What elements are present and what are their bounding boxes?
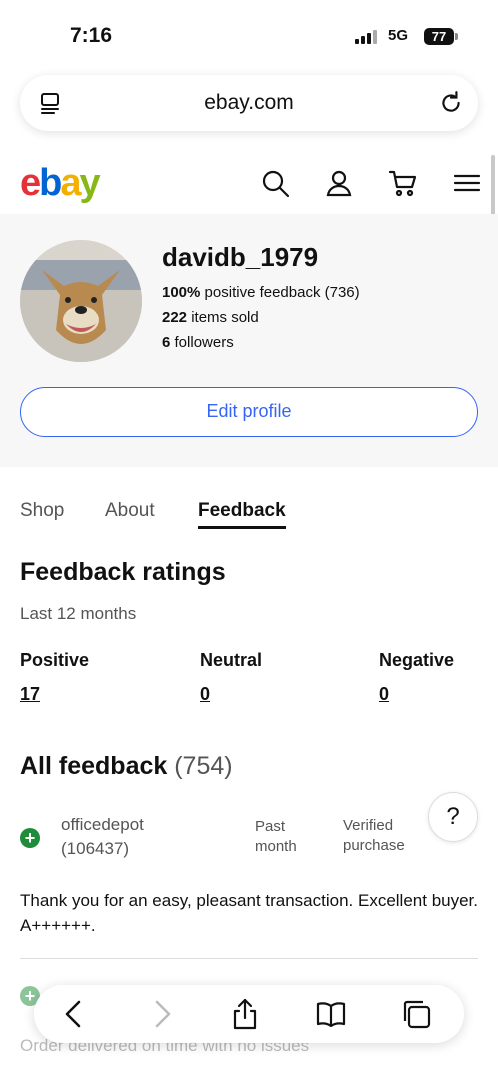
browser-toolbar: [34, 985, 464, 1043]
positive-rating: Positive 17: [20, 650, 89, 705]
feedback-time: Past month: [255, 818, 297, 855]
url-text[interactable]: ebay.com: [20, 91, 478, 115]
feedback-user-score: (106437): [61, 839, 130, 858]
feedback-user[interactable]: officedepot (106437): [61, 813, 144, 861]
forward-icon[interactable]: [146, 998, 178, 1030]
bookmarks-icon[interactable]: [315, 998, 347, 1030]
neutral-count-link[interactable]: 0: [200, 684, 262, 705]
neutral-label: Neutral: [200, 650, 263, 670]
profile-section: davidb_1979 100% positive feedback (736)…: [0, 214, 498, 467]
reload-icon[interactable]: [438, 90, 464, 116]
ratings-period: Last 12 months: [20, 604, 137, 623]
positive-feedback-stat: 100% positive feedback (736): [162, 284, 360, 301]
back-icon[interactable]: [58, 998, 90, 1030]
site-header: ebay: [0, 150, 498, 214]
tab-shop[interactable]: Shop: [20, 500, 64, 522]
all-feedback-count: (754): [174, 752, 233, 780]
verified-purchase-badge: Verified purchase: [343, 817, 405, 854]
signal-icon: [355, 30, 377, 44]
battery-icon: 77: [424, 28, 458, 45]
divider: [20, 958, 478, 959]
items-sold-stat: 222 items sold: [162, 309, 259, 326]
network-label: 5G: [388, 27, 409, 44]
ebay-logo[interactable]: ebay: [20, 162, 101, 205]
tabs-icon[interactable]: [400, 998, 432, 1030]
search-icon[interactable]: [260, 168, 290, 198]
status-bar: 7:16 5G 77: [0, 0, 498, 70]
negative-label: Negative: [379, 650, 455, 670]
address-bar[interactable]: ebay.com: [20, 75, 478, 131]
feedback-username[interactable]: officedepot: [61, 813, 144, 837]
username: davidb_1979: [162, 242, 319, 272]
help-button[interactable]: ?: [428, 792, 478, 842]
menu-icon[interactable]: [452, 168, 482, 198]
negative-rating: Negative 0: [379, 650, 454, 705]
cart-icon[interactable]: [388, 168, 418, 198]
positive-count-link[interactable]: 17: [20, 684, 89, 705]
followers-stat[interactable]: 6 followers: [162, 334, 234, 351]
feedback-comment: Thank you for an easy, pleasant transact…: [20, 891, 479, 935]
share-icon[interactable]: [229, 998, 261, 1030]
positive-label: Positive: [20, 650, 90, 670]
feedback-ratings-title: Feedback ratings: [20, 558, 226, 586]
status-time: 7:16: [70, 24, 113, 47]
tab-feedback[interactable]: Feedback: [198, 500, 286, 529]
edit-profile-button[interactable]: Edit profile: [20, 387, 478, 437]
account-icon[interactable]: [324, 168, 354, 198]
all-feedback-title: All feedback (754): [20, 752, 233, 780]
neutral-rating: Neutral 0: [200, 650, 262, 705]
positive-feedback-icon: +: [20, 828, 40, 848]
tab-about[interactable]: About: [105, 500, 155, 522]
avatar[interactable]: [20, 240, 142, 362]
negative-count-link[interactable]: 0: [379, 684, 454, 705]
